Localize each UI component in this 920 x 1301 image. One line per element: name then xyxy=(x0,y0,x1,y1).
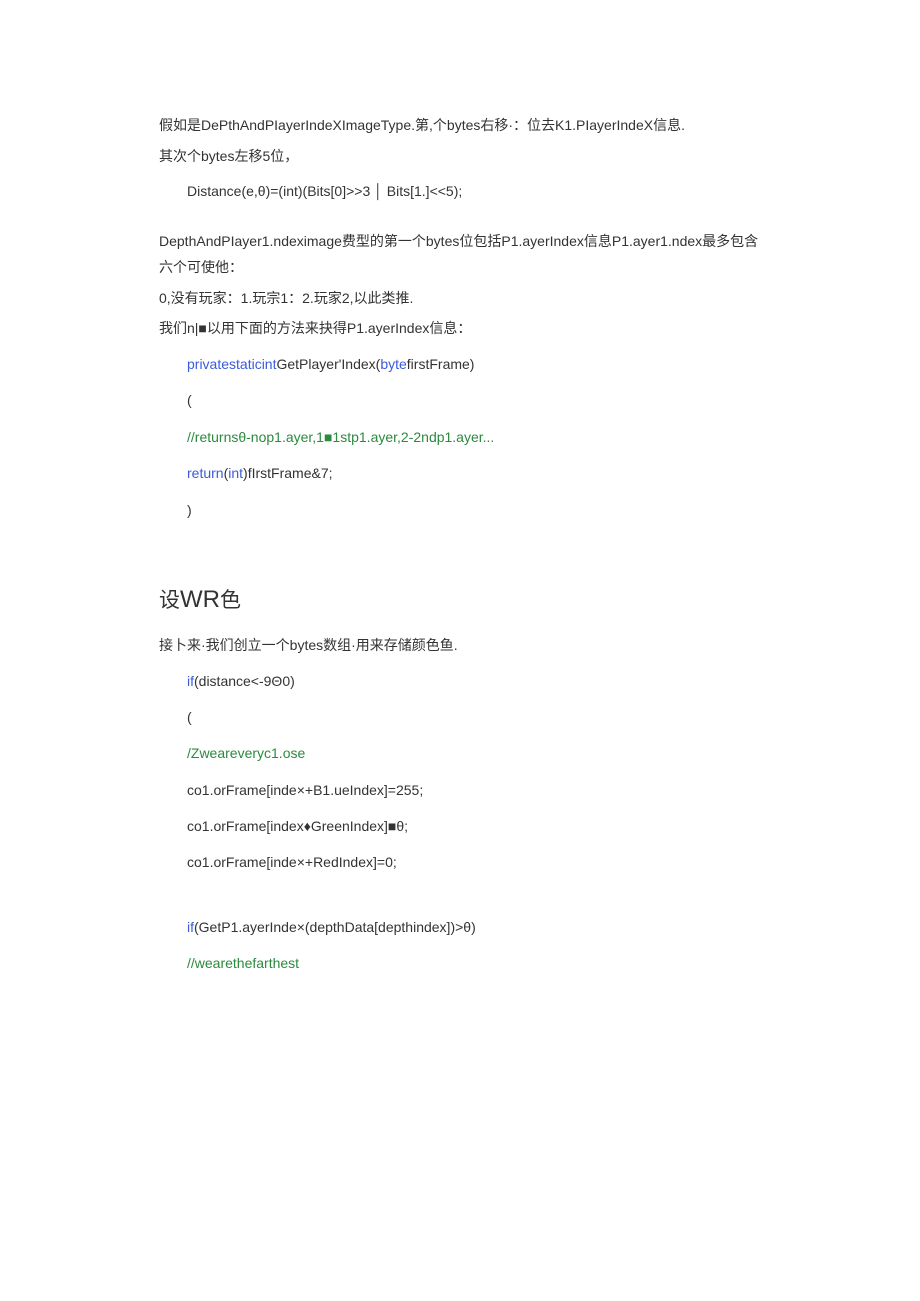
paragraph: DepthAndPIayer1.ndeximage费型的第一个bytes位包括P… xyxy=(159,228,761,281)
section-heading: 设WR色 xyxy=(159,584,761,614)
comment: //returnsθ-nop1.ayer,1■1stp1.ayer,2 xyxy=(187,429,409,445)
code-line: //returnsθ-nop1.ayer,1■1stp1.ayer,2-2ndp… xyxy=(159,419,761,455)
keyword: privatestaticint xyxy=(187,356,276,372)
keyword: byte xyxy=(380,356,406,372)
document-page: 假如是DePthAndPIayerIndeXImageType.第,个bytes… xyxy=(0,0,920,1062)
code-line: ( xyxy=(159,699,761,735)
paragraph: 我们n|■以用下面的方法来抉得P1.ayerIndex信息： xyxy=(159,315,761,342)
keyword: if xyxy=(187,673,194,689)
code-line: co1.orFrame[index♦GreenIndex]■θ; xyxy=(159,808,761,844)
code-line: ) xyxy=(159,492,761,528)
paragraph: 其次个bytes左移5位， xyxy=(159,143,761,170)
code-text: GetPlayer'Index( xyxy=(276,356,380,372)
code-line: if(distance<-9Θ0) xyxy=(159,663,761,699)
code-line: privatestaticintGetPlayer'Index(bytefirs… xyxy=(159,346,761,382)
code-line: ( xyxy=(159,382,761,418)
paragraph: 接卜来·我们创立一个bytes数组·用来存储颜色鱼. xyxy=(159,632,761,659)
code-line: Distance(e,θ)=(int)(Bits[0]>>3 │ Bits[1.… xyxy=(159,173,761,209)
keyword: return xyxy=(187,465,224,481)
code-line: co1.orFrame[inde×+RedIndex]=0; xyxy=(159,844,761,880)
comment: /Zweareveryc1.ose xyxy=(159,735,761,771)
keyword: if xyxy=(187,919,194,935)
code-line: return(int)fIrstFrame&7; xyxy=(159,455,761,491)
code-text: firstFrame) xyxy=(407,356,475,372)
comment: -2ndp1.ayer... xyxy=(409,429,495,445)
code-text: (GetP1.ayerInde×(depthData[depthindex])>… xyxy=(194,919,476,935)
comment: //wearethefarthest xyxy=(159,945,761,981)
heading-text: 设 xyxy=(159,589,180,612)
code-line: if(GetP1.ayerInde×(depthData[depthindex]… xyxy=(159,909,761,945)
code-text: (distance<-9Θ0) xyxy=(194,673,295,689)
code-text: )fIrstFrame&7; xyxy=(243,465,332,481)
heading-text: WR xyxy=(180,586,220,613)
paragraph: 0,没有玩家：1.玩宗1：2.玩家2,以此类推. xyxy=(159,285,761,312)
heading-text: 色 xyxy=(220,589,241,612)
paragraph: 假如是DePthAndPIayerIndeXImageType.第,个bytes… xyxy=(159,112,761,139)
code-line: co1.orFrame[inde×+B1.ueIndex]=255; xyxy=(159,772,761,808)
keyword: int xyxy=(228,465,243,481)
